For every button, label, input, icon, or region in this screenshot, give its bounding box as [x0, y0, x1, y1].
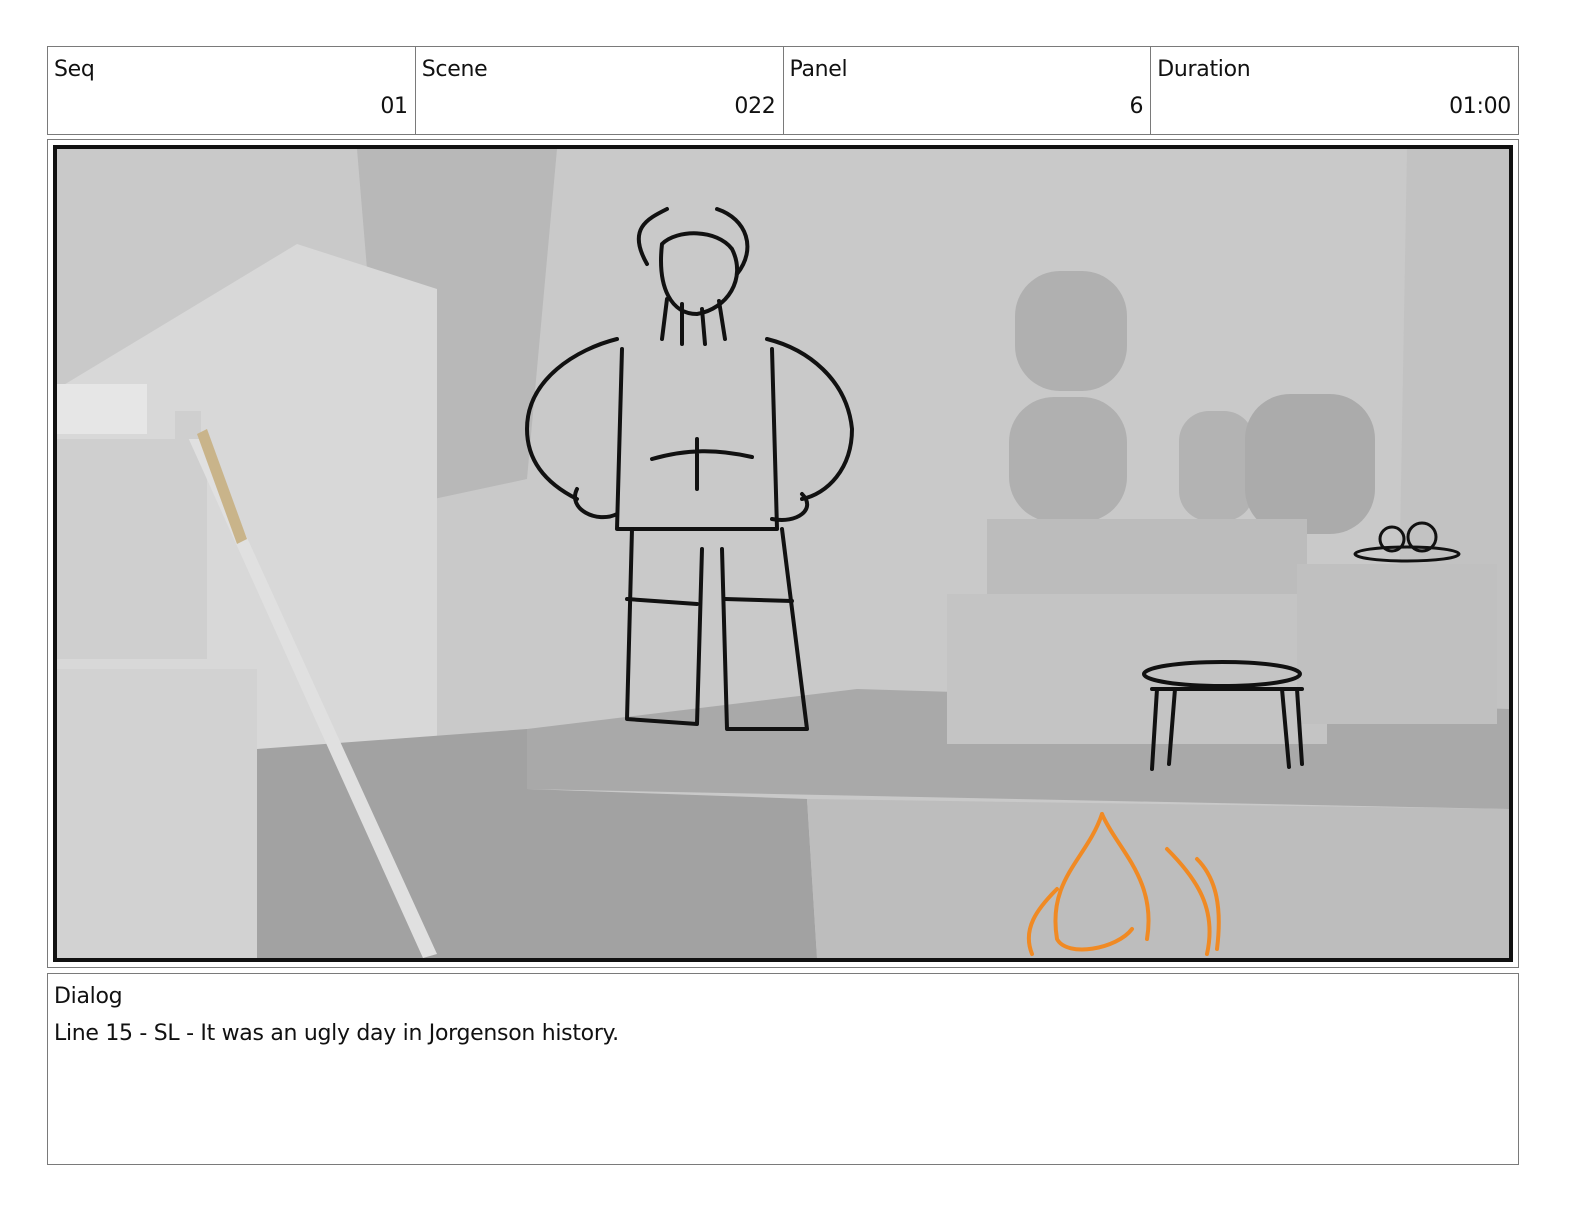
seq-label: Seq — [54, 57, 95, 82]
barrel-middle — [1009, 397, 1127, 522]
sketch-drawing — [57, 149, 1509, 958]
panel-cell: Panel 6 — [784, 47, 1152, 134]
panel-frame — [47, 139, 1519, 968]
duration-value: 01:00 — [1449, 94, 1511, 119]
dialog-text: Line 15 - SL - It was an ugly day in Jor… — [54, 1021, 619, 1046]
dialog-label: Dialog — [54, 984, 123, 1009]
scroll-roll — [57, 384, 147, 434]
side-table — [1297, 564, 1497, 724]
sword-pommel — [175, 411, 201, 439]
scene-cell: Scene 022 — [416, 47, 784, 134]
dialog-box: Dialog Line 15 - SL - It was an ugly day… — [47, 973, 1519, 1165]
storyboard-sketch-image — [53, 145, 1513, 962]
duration-cell: Duration 01:00 — [1151, 47, 1518, 134]
floor-front — [807, 799, 1509, 958]
left-cabinet — [57, 439, 207, 659]
crate-upper — [987, 519, 1307, 599]
storyboard-header: Seq 01 Scene 022 Panel 6 Duration 01:00 — [47, 46, 1519, 135]
scene-label: Scene — [421, 57, 488, 82]
panel-value: 6 — [1129, 94, 1144, 119]
scene-value: 022 — [734, 94, 776, 119]
seq-value: 01 — [380, 94, 408, 119]
seq-cell: Seq 01 — [48, 47, 416, 134]
crate-lower — [947, 594, 1327, 744]
barrel-large — [1245, 394, 1375, 534]
panel-label: Panel — [789, 57, 848, 82]
barrel-small — [1179, 411, 1254, 521]
barrel-top — [1015, 271, 1127, 391]
duration-label: Duration — [1157, 57, 1251, 82]
left-crates — [57, 669, 257, 958]
